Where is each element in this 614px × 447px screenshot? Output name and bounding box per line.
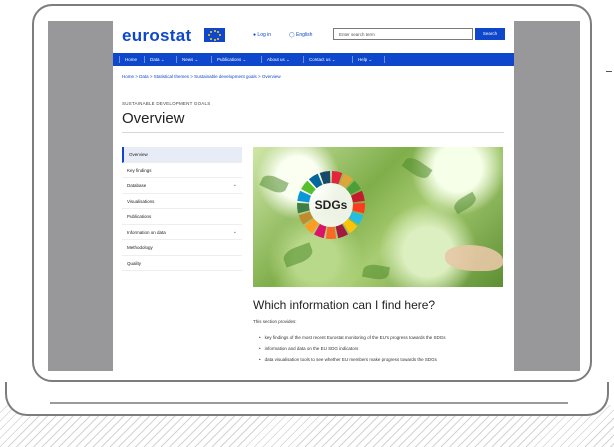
nav-item-publications[interactable]: Publications ⌄	[217, 53, 246, 66]
leaf	[451, 191, 479, 215]
main-nav: Home Data ⌄ News ⌄ Publications ⌄ About …	[113, 53, 514, 66]
eu-flag-icon	[204, 28, 225, 42]
list-item: key findings of the most recent Eurostat…	[259, 332, 446, 343]
language-selector[interactable]: ◯ English	[289, 32, 312, 38]
nav-separator	[352, 56, 353, 63]
nav-separator	[211, 56, 212, 63]
nav-separator	[176, 56, 177, 63]
sdg-wheel-segment	[325, 226, 337, 239]
user-icon: ●	[253, 32, 257, 38]
sdg-wheel-segment	[352, 202, 365, 214]
nav-item-home[interactable]: Home	[125, 53, 137, 66]
section-intro: This section provides:	[253, 319, 297, 324]
page-title: Overview	[122, 110, 185, 127]
site-header: eurostat ● Log in ◯ English Enter search…	[113, 21, 514, 53]
section-kicker: SUSTAINABLE DEVELOPMENT GOALS	[122, 101, 211, 106]
sidebar-item-methodology[interactable]: Methodology	[122, 240, 242, 256]
info-list: key findings of the most recent Eurostat…	[259, 332, 446, 365]
search-button[interactable]: Search	[475, 28, 505, 40]
website: eurostat ● Log in ◯ English Enter search…	[113, 21, 514, 371]
sdg-wheel-segment	[297, 202, 310, 214]
sidebar-item-publications[interactable]: Publications	[122, 209, 242, 225]
laptop-base	[5, 382, 609, 416]
nav-item-help[interactable]: Help ⌄	[358, 53, 372, 66]
sidebar-item-information-on-data[interactable]: Information on data ⌄	[122, 225, 242, 240]
hero-image: SDGs	[253, 147, 503, 287]
sidebar-nav: Overview Key findings Database ⌄ Visualis…	[122, 147, 242, 271]
leaf	[281, 242, 315, 268]
section-heading: Which information can I find here?	[253, 298, 436, 312]
laptop-base-edge	[50, 402, 568, 404]
nav-item-contact-us[interactable]: Contact us ⌄	[309, 53, 336, 66]
nav-separator	[384, 56, 385, 63]
sidebar-item-overview[interactable]: Overview	[122, 147, 242, 163]
sidebar-item-quality[interactable]: Quality	[122, 256, 242, 271]
laptop-screen: eurostat ● Log in ◯ English Enter search…	[48, 21, 580, 371]
leaf	[361, 262, 391, 282]
nav-separator	[144, 56, 145, 63]
list-item: data visualisation tools to see whether …	[259, 354, 446, 365]
sidebar-item-visualisations[interactable]: Visualisations	[122, 194, 242, 209]
breadcrumb[interactable]: Home > Data > Statistical themes > Susta…	[122, 74, 281, 79]
chevron-down-icon: ⌄	[232, 228, 237, 235]
globe-icon: ◯	[289, 32, 295, 38]
title-divider	[122, 132, 504, 133]
list-item: information and data on the EU SDG indic…	[259, 343, 446, 354]
nav-separator	[303, 56, 304, 63]
nav-item-news[interactable]: News ⌄	[182, 53, 198, 66]
edge-mark	[606, 71, 612, 72]
nav-item-data[interactable]: Data ⌄	[150, 53, 165, 66]
sidebar-item-database[interactable]: Database ⌄	[122, 178, 242, 194]
leaf	[401, 154, 433, 182]
sidebar-item-key-findings[interactable]: Key findings	[122, 163, 242, 178]
search-input[interactable]: Enter search term	[333, 28, 473, 40]
chevron-down-icon: ⌄	[232, 182, 237, 188]
nav-item-about-us[interactable]: About us ⌄	[267, 53, 290, 66]
login-link[interactable]: ● Log in	[253, 32, 271, 38]
eurostat-logo[interactable]: eurostat	[122, 26, 191, 46]
hand-image	[445, 245, 503, 271]
nav-separator	[261, 56, 262, 63]
sdg-logo-text: SDGs	[314, 198, 348, 212]
leaf	[259, 172, 289, 196]
nav-separator	[119, 56, 120, 63]
